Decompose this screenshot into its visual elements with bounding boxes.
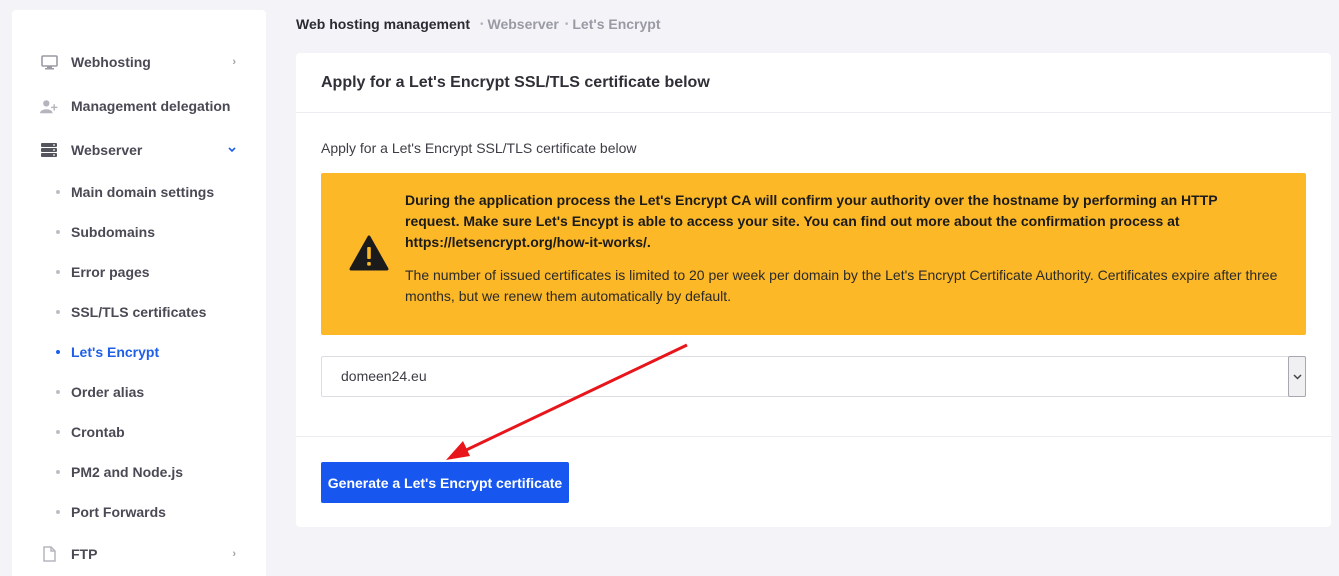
chevron-right-icon: › xyxy=(232,548,236,560)
bullet-dot xyxy=(56,230,60,234)
sidebar-subitem-label: Error pages xyxy=(71,264,150,280)
sidebar-subitem-error-pages[interactable]: Error pages xyxy=(12,257,266,287)
card-title: Apply for a Let's Encrypt SSL/TLS certif… xyxy=(321,73,710,91)
warning-triangle-icon xyxy=(349,235,389,271)
chevron-down-icon[interactable] xyxy=(1288,356,1306,397)
server-icon xyxy=(40,142,58,158)
sidebar-subitem-order-alias[interactable]: Order alias xyxy=(12,377,266,407)
sidebar-item-label: Webserver xyxy=(71,142,143,158)
alert-strong-text: During the application process the Let's… xyxy=(405,192,1218,250)
bullet-dot xyxy=(56,270,60,274)
sidebar-subitem-subdomains[interactable]: Subdomains xyxy=(12,217,266,247)
chevron-down-icon xyxy=(228,144,236,156)
sidebar-subitem-label: Subdomains xyxy=(71,224,156,240)
sidebar-item-ftp[interactable]: FTP › xyxy=(12,537,266,571)
sidebar-subitem-label: Crontab xyxy=(71,424,125,440)
card-intro-text: Apply for a Let's Encrypt SSL/TLS certif… xyxy=(321,140,637,156)
user-plus-icon xyxy=(40,98,58,114)
sidebar-subitem-lets-encrypt[interactable]: Let's Encrypt xyxy=(12,337,266,367)
breadcrumb-separator: • xyxy=(564,18,569,30)
sidebar-item-webserver[interactable]: Webserver xyxy=(12,133,266,167)
bullet-dot xyxy=(56,390,60,394)
sidebar-item-label: Management delegation xyxy=(71,98,231,114)
sidebar-subitem-pm2-nodejs[interactable]: PM2 and Node.js xyxy=(12,457,266,487)
chevron-right-icon: › xyxy=(232,56,236,68)
sidebar-subitem-port-forwards[interactable]: Port Forwards xyxy=(12,497,266,527)
card-divider xyxy=(296,436,1331,437)
generate-certificate-button[interactable]: Generate a Let's Encrypt certificate xyxy=(321,462,569,503)
bullet-dot xyxy=(56,310,60,314)
sidebar-item-label: FTP xyxy=(71,546,98,562)
lets-encrypt-card: Apply for a Let's Encrypt SSL/TLS certif… xyxy=(296,53,1331,527)
sidebar-subitem-label: SSL/TLS certificates xyxy=(71,304,207,320)
bullet-dot xyxy=(56,350,60,354)
breadcrumb-separator: • xyxy=(479,18,484,30)
domain-select[interactable]: domeen24.eu xyxy=(321,356,1306,397)
sidebar-item-webhosting[interactable]: Webhosting › xyxy=(12,45,266,79)
warning-alert: During the application process the Let's… xyxy=(321,173,1306,335)
bullet-dot xyxy=(56,510,60,514)
sidebar-subitem-label: Main domain settings xyxy=(71,184,215,200)
bullet-dot xyxy=(56,430,60,434)
bullet-dot xyxy=(56,470,60,474)
sidebar-subitem-ssl-tls-certificates[interactable]: SSL/TLS certificates xyxy=(12,297,266,327)
sidebar-subitem-label: Order alias xyxy=(71,384,145,400)
sidebar-subitem-label: PM2 and Node.js xyxy=(71,464,184,480)
sidebar-subitem-crontab[interactable]: Crontab xyxy=(12,417,266,447)
sidebar-subitem-main-domain-settings[interactable]: Main domain settings xyxy=(12,177,266,207)
sidebar-subitem-label: Port Forwards xyxy=(71,504,166,520)
breadcrumb: Web hosting management • Webserver • Let… xyxy=(296,15,661,33)
file-icon xyxy=(40,546,58,562)
sidebar-item-label: Webhosting xyxy=(71,54,151,70)
bullet-dot xyxy=(56,190,60,194)
breadcrumb-title: Web hosting management xyxy=(296,16,470,32)
sidebar-subitem-label: Let's Encrypt xyxy=(71,344,160,360)
domain-select-value: domeen24.eu xyxy=(341,368,427,384)
alert-text: The number of issued certificates is lim… xyxy=(405,267,1278,304)
card-header: Apply for a Let's Encrypt SSL/TLS certif… xyxy=(296,53,1331,113)
sidebar-item-management-delegation[interactable]: Management delegation xyxy=(12,89,266,123)
breadcrumb-item-lets-encrypt[interactable]: Let's Encrypt xyxy=(572,16,660,32)
breadcrumb-item-webserver[interactable]: Webserver xyxy=(488,16,559,32)
sidebar: Webhosting › Management delegation Webse… xyxy=(12,10,266,576)
monitor-icon xyxy=(40,54,58,70)
